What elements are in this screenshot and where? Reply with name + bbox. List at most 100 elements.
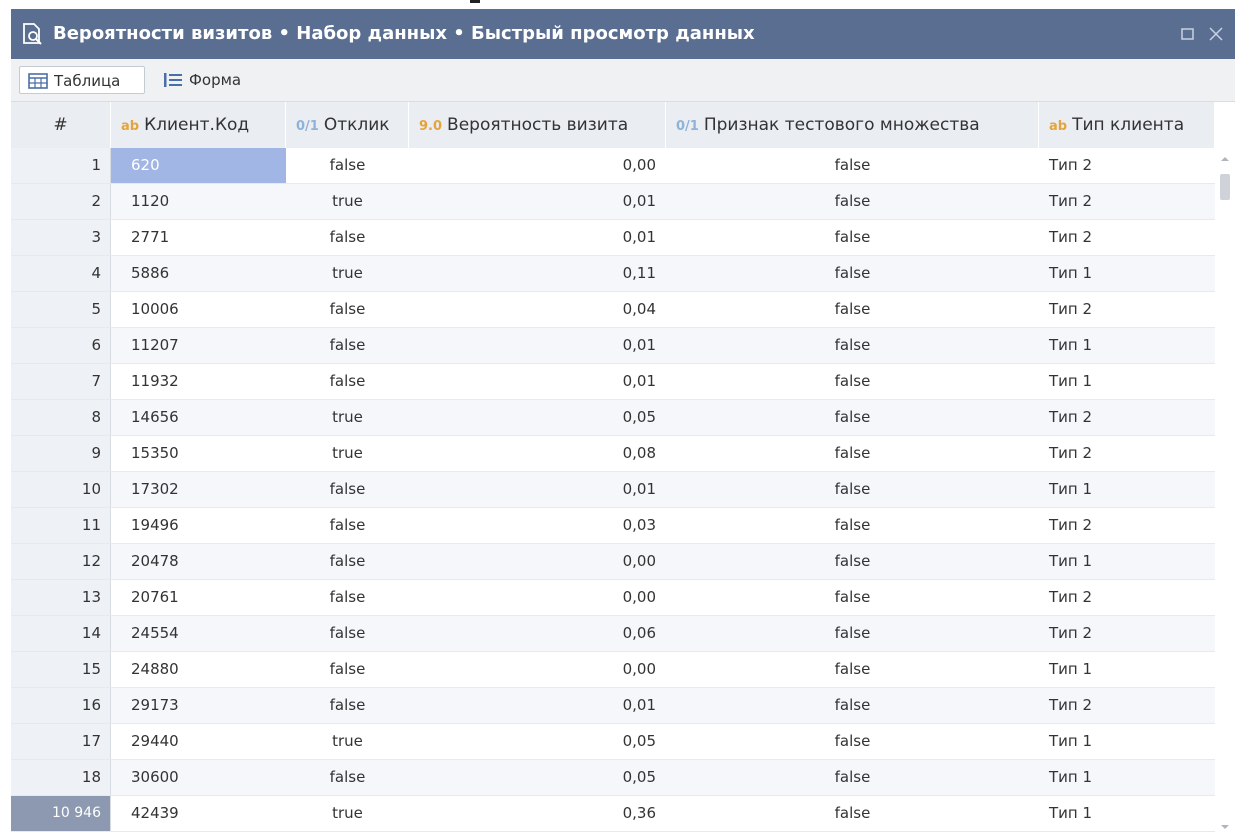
client-code-cell[interactable]: 30600 bbox=[111, 760, 286, 795]
client-type-cell[interactable]: Тип 2 bbox=[1039, 688, 1215, 723]
client-type-cell[interactable]: Тип 2 bbox=[1039, 292, 1215, 327]
client-type-cell[interactable]: Тип 1 bbox=[1039, 328, 1215, 363]
response-cell[interactable]: false bbox=[286, 616, 409, 651]
client-type-cell[interactable]: Тип 1 bbox=[1039, 652, 1215, 687]
tab-form[interactable]: Форма bbox=[155, 66, 265, 94]
table-row[interactable]: 8 14656 true 0,05 false Тип 2 bbox=[11, 400, 1215, 436]
response-cell[interactable]: false bbox=[286, 220, 409, 255]
client-type-cell[interactable]: Тип 2 bbox=[1039, 508, 1215, 543]
visit-probability-cell[interactable]: 0,01 bbox=[409, 328, 666, 363]
response-cell[interactable]: true bbox=[286, 400, 409, 435]
response-cell[interactable]: false bbox=[286, 328, 409, 363]
client-code-cell[interactable]: 15350 bbox=[111, 436, 286, 471]
vertical-scrollbar[interactable] bbox=[1215, 148, 1235, 839]
test-set-flag-cell[interactable]: false bbox=[666, 436, 1039, 471]
test-set-flag-cell[interactable]: false bbox=[666, 544, 1039, 579]
visit-probability-cell[interactable]: 0,06 bbox=[409, 616, 666, 651]
visit-probability-cell[interactable]: 0,01 bbox=[409, 688, 666, 723]
table-row[interactable]: 15 24880 false 0,00 false Тип 1 bbox=[11, 652, 1215, 688]
response-cell[interactable]: false bbox=[286, 292, 409, 327]
table-row[interactable]: 6 11207 false 0,01 false Тип 1 bbox=[11, 328, 1215, 364]
table-row[interactable]: 4 5886 true 0,11 false Тип 1 bbox=[11, 256, 1215, 292]
client-type-cell[interactable]: Тип 2 bbox=[1039, 436, 1215, 471]
visit-probability-cell[interactable]: 0,01 bbox=[409, 184, 666, 219]
visit-probability-cell[interactable]: 0,05 bbox=[409, 724, 666, 759]
test-set-flag-cell[interactable]: false bbox=[666, 760, 1039, 795]
column-header-index[interactable]: # bbox=[11, 102, 111, 148]
column-header-response[interactable]: 0/1 Отклик bbox=[286, 102, 409, 148]
table-row[interactable]: 1 620 false 0,00 false Тип 2 bbox=[11, 148, 1215, 184]
response-cell[interactable]: true bbox=[286, 184, 409, 219]
response-cell[interactable]: true bbox=[286, 796, 409, 831]
visit-probability-cell[interactable]: 0,08 bbox=[409, 436, 666, 471]
client-type-cell[interactable]: Тип 1 bbox=[1039, 256, 1215, 291]
table-row[interactable]: 17 29440 true 0,05 false Тип 1 bbox=[11, 724, 1215, 760]
test-set-flag-cell[interactable]: false bbox=[666, 508, 1039, 543]
table-row[interactable]: 12 20478 false 0,00 false Тип 1 bbox=[11, 544, 1215, 580]
client-code-cell[interactable]: 29173 bbox=[111, 688, 286, 723]
visit-probability-cell[interactable]: 0,00 bbox=[409, 148, 666, 183]
client-code-cell[interactable]: 14656 bbox=[111, 400, 286, 435]
close-icon[interactable] bbox=[1205, 23, 1227, 45]
client-code-cell[interactable]: 42439 bbox=[111, 796, 286, 831]
response-cell[interactable]: true bbox=[286, 724, 409, 759]
response-cell[interactable]: true bbox=[286, 256, 409, 291]
client-code-cell[interactable]: 11932 bbox=[111, 364, 286, 399]
visit-probability-cell[interactable]: 0,01 bbox=[409, 364, 666, 399]
response-cell[interactable]: false bbox=[286, 148, 409, 183]
client-code-cell[interactable]: 17302 bbox=[111, 472, 286, 507]
table-row[interactable]: 7 11932 false 0,01 false Тип 1 bbox=[11, 364, 1215, 400]
client-code-cell[interactable]: 620 bbox=[111, 148, 286, 183]
test-set-flag-cell[interactable]: false bbox=[666, 148, 1039, 183]
client-code-cell[interactable]: 19496 bbox=[111, 508, 286, 543]
client-code-cell[interactable]: 10006 bbox=[111, 292, 286, 327]
response-cell[interactable]: false bbox=[286, 472, 409, 507]
client-type-cell[interactable]: Тип 1 bbox=[1039, 760, 1215, 795]
visit-probability-cell[interactable]: 0,05 bbox=[409, 760, 666, 795]
response-cell[interactable]: false bbox=[286, 364, 409, 399]
test-set-flag-cell[interactable]: false bbox=[666, 616, 1039, 651]
table-row[interactable]: 16 29173 false 0,01 false Тип 2 bbox=[11, 688, 1215, 724]
table-row[interactable]: 13 20761 false 0,00 false Тип 2 bbox=[11, 580, 1215, 616]
client-type-cell[interactable]: Тип 1 bbox=[1039, 724, 1215, 759]
column-header-test-set-flag[interactable]: 0/1 Признак тестового множества bbox=[666, 102, 1039, 148]
visit-probability-cell[interactable]: 0,00 bbox=[409, 544, 666, 579]
visit-probability-cell[interactable]: 0,36 bbox=[409, 796, 666, 831]
response-cell[interactable]: false bbox=[286, 652, 409, 687]
maximize-icon[interactable] bbox=[1177, 23, 1199, 45]
client-code-cell[interactable]: 29440 bbox=[111, 724, 286, 759]
visit-probability-cell[interactable]: 0,00 bbox=[409, 580, 666, 615]
client-code-cell[interactable]: 1120 bbox=[111, 184, 286, 219]
window-titlebar[interactable]: Вероятности визитов • Набор данных • Быс… bbox=[11, 9, 1235, 59]
test-set-flag-cell[interactable]: false bbox=[666, 364, 1039, 399]
client-code-cell[interactable]: 20761 bbox=[111, 580, 286, 615]
client-type-cell[interactable]: Тип 2 bbox=[1039, 580, 1215, 615]
scroll-up-arrow-icon[interactable] bbox=[1219, 154, 1231, 164]
test-set-flag-cell[interactable]: false bbox=[666, 724, 1039, 759]
test-set-flag-cell[interactable]: false bbox=[666, 652, 1039, 687]
client-type-cell[interactable]: Тип 2 bbox=[1039, 400, 1215, 435]
table-row[interactable]: 10 946 42439 true 0,36 false Тип 1 bbox=[11, 796, 1215, 832]
response-cell[interactable]: false bbox=[286, 688, 409, 723]
client-type-cell[interactable]: Тип 1 bbox=[1039, 472, 1215, 507]
table-row[interactable]: 18 30600 false 0,05 false Тип 1 bbox=[11, 760, 1215, 796]
client-code-cell[interactable]: 2771 bbox=[111, 220, 286, 255]
test-set-flag-cell[interactable]: false bbox=[666, 400, 1039, 435]
client-code-cell[interactable]: 5886 bbox=[111, 256, 286, 291]
table-row[interactable]: 10 17302 false 0,01 false Тип 1 bbox=[11, 472, 1215, 508]
client-code-cell[interactable]: 24554 bbox=[111, 616, 286, 651]
column-header-client-code[interactable]: ab Клиент.Код bbox=[111, 102, 286, 148]
table-row[interactable]: 2 1120 true 0,01 false Тип 2 bbox=[11, 184, 1215, 220]
client-code-cell[interactable]: 24880 bbox=[111, 652, 286, 687]
scrollbar-thumb[interactable] bbox=[1220, 174, 1230, 200]
client-code-cell[interactable]: 11207 bbox=[111, 328, 286, 363]
client-type-cell[interactable]: Тип 1 bbox=[1039, 544, 1215, 579]
table-row[interactable]: 9 15350 true 0,08 false Тип 2 bbox=[11, 436, 1215, 472]
test-set-flag-cell[interactable]: false bbox=[666, 472, 1039, 507]
test-set-flag-cell[interactable]: false bbox=[666, 292, 1039, 327]
visit-probability-cell[interactable]: 0,04 bbox=[409, 292, 666, 327]
test-set-flag-cell[interactable]: false bbox=[666, 184, 1039, 219]
table-row[interactable]: 5 10006 false 0,04 false Тип 2 bbox=[11, 292, 1215, 328]
client-code-cell[interactable]: 20478 bbox=[111, 544, 286, 579]
scroll-down-arrow-icon[interactable] bbox=[1219, 822, 1231, 832]
